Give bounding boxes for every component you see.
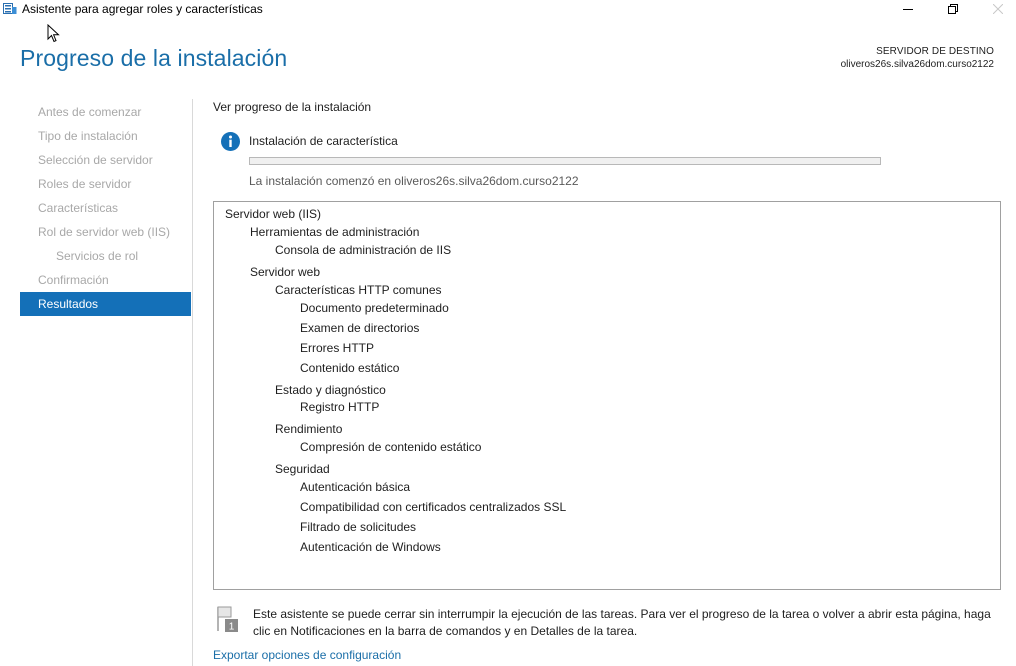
- window-title: Asistente para agregar roles y caracterí…: [22, 2, 263, 16]
- feature-item: Examen de directorios: [300, 321, 420, 335]
- feature-item: Errores HTTP: [300, 341, 375, 355]
- flag-badge-number: 1: [229, 622, 235, 633]
- feature-item: Autenticación de Windows: [300, 540, 441, 554]
- installation-start-text: La instalación comenzó en oliveros26s.si…: [249, 174, 579, 188]
- feature-item: Seguridad: [275, 462, 330, 476]
- export-configuration-link[interactable]: Exportar opciones de configuración: [213, 648, 401, 662]
- app-icon: [3, 3, 17, 14]
- feature-item: Servidor web (IIS): [225, 207, 322, 221]
- restore-button[interactable]: [930, 0, 976, 18]
- feature-item: Características HTTP comunes: [275, 283, 442, 297]
- nav-item-confirmacion: Confirmación: [38, 273, 109, 287]
- page-title: Progreso de la instalación: [20, 45, 288, 71]
- feature-item: Filtrado de solicitudes: [300, 520, 417, 534]
- features-list-box[interactable]: Servidor web (IIS) Herramientas de admini…: [213, 201, 1001, 590]
- feature-item: Documento predeterminado: [300, 301, 449, 315]
- feature-item: Autenticación básica: [300, 480, 411, 494]
- mouse-cursor-icon: [47, 24, 60, 43]
- section-label: Ver progreso de la instalación: [213, 100, 372, 114]
- close-button[interactable]: [975, 0, 1016, 18]
- nav-item-rol-servidor-web: Rol de servidor web (IIS): [38, 225, 171, 239]
- footer-note: Este asistente se puede cerrar sin inter…: [253, 607, 991, 638]
- info-icon: [221, 132, 240, 151]
- nav-item-tipo-de-instalacion: Tipo de instalación: [38, 129, 138, 143]
- flag-notification-icon: 1: [217, 606, 238, 633]
- feature-item: Compresión de contenido estático: [300, 440, 482, 454]
- feature-item: Servidor web: [250, 265, 321, 279]
- nav-item-resultados[interactable]: Resultados: [20, 292, 191, 316]
- feature-item: Consola de administración de IIS: [275, 243, 452, 257]
- installation-status-text: Instalación de característica: [249, 134, 398, 148]
- nav-item-roles-de-servidor: Roles de servidor: [38, 177, 132, 191]
- destination-server-info: SERVIDOR DE DESTINO oliveros26s.silva26d…: [841, 45, 994, 71]
- feature-item: Registro HTTP: [300, 400, 380, 414]
- feature-item: Contenido estático: [300, 361, 400, 375]
- nav-divider: [192, 99, 193, 666]
- feature-item: Herramientas de administración: [250, 225, 420, 239]
- feature-item: Estado y diagnóstico: [275, 383, 386, 397]
- restore-icon: [948, 4, 958, 14]
- destination-label: SERVIDOR DE DESTINO: [876, 46, 994, 57]
- wizard-steps-nav: Antes de comenzar Tipo de instalación Se…: [20, 100, 191, 316]
- nav-item-seleccion-de-servidor: Selección de servidor: [38, 153, 153, 167]
- feature-item: Rendimiento: [275, 422, 343, 436]
- close-icon: [993, 4, 1003, 14]
- title-bar: Asistente para agregar roles y caracterí…: [0, 0, 1016, 18]
- installation-progress-bar: [249, 157, 881, 165]
- destination-server-name: oliveros26s.silva26dom.curso2122: [840, 59, 994, 70]
- nav-item-caracteristicas: Características: [38, 201, 119, 215]
- nav-item-antes-de-comenzar: Antes de comenzar: [38, 105, 142, 119]
- minimize-icon: [903, 9, 913, 10]
- nav-item-servicios-de-rol: Servicios de rol: [56, 249, 139, 263]
- minimize-button[interactable]: [885, 0, 931, 18]
- feature-item: Compatibilidad con certificados centrali…: [300, 500, 567, 514]
